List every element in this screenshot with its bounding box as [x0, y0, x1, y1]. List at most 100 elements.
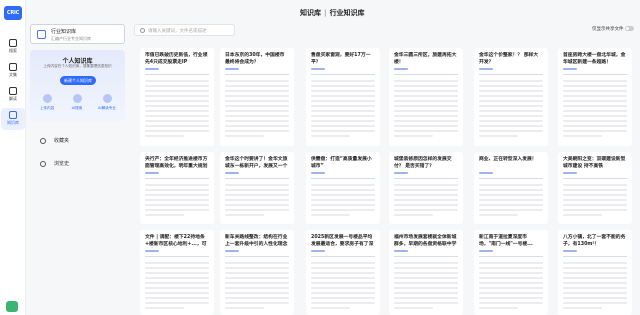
card-text-line [394, 199, 458, 201]
card-text-line [311, 80, 375, 82]
card-text-line [563, 209, 627, 211]
card-text-line [225, 267, 289, 269]
knowledge-card[interactable]: 2025新区发展一号楼品平均发展最适合，要求房子有了深度 [306, 230, 380, 315]
card-title: 首座房跨大楼一盘北华城，金华城区新建一条超路！ [563, 53, 626, 65]
card-text-line [225, 209, 289, 211]
card-text-line [563, 135, 602, 137]
card-text-line [225, 90, 289, 92]
nav-search[interactable]: 搜索 [1, 36, 25, 58]
card-text-line [394, 115, 458, 117]
knowledge-card[interactable]: 大美朝阳之变：双碳建设新型城市建设 持不高铁 [558, 152, 632, 224]
card-title: 文件 | 调配：楼下22持地条+楼新市区核心地利+...，可你的2025！ [145, 235, 207, 247]
card-text-line [394, 277, 458, 279]
nav-docs[interactable]: 文集 [1, 60, 25, 82]
card-text-line [394, 204, 458, 206]
knowledge-card[interactable]: 金华这个价整家！？ 那样大开发？ [474, 48, 548, 146]
knowledge-card[interactable]: 新江南于道拉夏深度市场，"南门一线"一号楼... [474, 230, 548, 315]
nav-library[interactable]: 知识库 [1, 108, 25, 130]
search-input[interactable]: 请输入关键词，文件名或描述 [134, 24, 235, 36]
card-text-line [394, 272, 458, 274]
sidebar-item-history[interactable]: 浏览史 [30, 157, 125, 171]
knowledge-card[interactable]: 日本东京的30年，中国楼市最终将会成为？ [220, 48, 294, 146]
card-text-line [145, 189, 209, 191]
feature-upload-label: 上传内容 [39, 106, 55, 110]
card-text-line [311, 282, 375, 284]
card-text-line [563, 307, 602, 309]
card-title: 金华这个时要讲了！金华文旅城东一栋新开户，发展又一个大型商区 [225, 157, 288, 169]
card-text-line [563, 130, 627, 132]
knowledge-card[interactable]: 首座房跨大楼一盘北华城，金华城区新建一条超路！ [558, 48, 632, 146]
card-tag-bar [479, 68, 493, 70]
personal-subtitle: 上传内容在个人知识库，搜集整理信息知识 [43, 64, 112, 68]
nav-analysis[interactable]: 解读 [1, 84, 25, 106]
card-tag-bar [311, 250, 325, 252]
card-text-line [225, 80, 289, 82]
card-tag-bar [225, 250, 239, 252]
knowledge-card[interactable]: 售盘买家窗观，要好17万一平？ [306, 48, 380, 146]
card-divider [479, 74, 543, 75]
knowledge-card[interactable]: 商业、正在转型深入发展！ [474, 152, 548, 224]
card-title: 日本东京的30年，中国楼市最终将会成为？ [225, 53, 285, 65]
nav-docs-label: 文集 [9, 72, 17, 77]
card-text-line [563, 302, 627, 304]
card-title: 供需盘：打造“高质量发展小城市” [311, 157, 372, 169]
card-text-line [311, 287, 375, 289]
card-text-line [311, 209, 375, 211]
card-text-line [394, 302, 458, 304]
card-text-line [479, 307, 518, 309]
card-text-line [479, 297, 543, 299]
knowledge-card[interactable]: 城堡装修原因怎样的发展交付？ 是否买错了？ [389, 152, 463, 224]
card-text-line [225, 277, 289, 279]
card-text-line [479, 105, 543, 107]
knowledge-card[interactable]: 金华这个时要讲了！金华文旅城东一栋新开户，发展又一个大型商区 [220, 152, 294, 224]
shared-filter-toggle[interactable] [625, 26, 634, 31]
card-text-line [225, 302, 289, 304]
card-text-line [225, 120, 289, 122]
card-text-line [311, 199, 375, 201]
card-text-line [311, 189, 375, 191]
knowledge-card[interactable]: 新车关路线整改：结构在行业上一套升级中引的人性化理念 [220, 230, 294, 315]
card-text-line [394, 110, 458, 112]
card-text-line [394, 194, 458, 196]
card-text-line [479, 189, 543, 191]
feature-ai-search[interactable]: AI搜索 [62, 94, 92, 111]
card-text-line [145, 287, 209, 289]
card-text-line [479, 90, 543, 92]
knowledge-card[interactable]: 福州市场发展套楼就全体新城群多，早期的各盘资格联中学区性利信息区 [389, 230, 463, 315]
card-text-line [311, 110, 375, 112]
card-text-line [563, 105, 627, 107]
card-text-line [563, 199, 627, 201]
card-text-line [563, 262, 627, 264]
card-text-line [311, 267, 375, 269]
sidebar-item-favorites[interactable]: 收藏夹 [30, 134, 125, 148]
card-text-line [145, 204, 209, 206]
library-icon [37, 30, 46, 39]
knowledge-card[interactable]: 央行产：全年经济推进楼市方面管理高效化，明年重大规划 [140, 152, 214, 224]
create-personal-library-button[interactable]: 新建个人知识库 [60, 76, 96, 85]
industry-library-card[interactable]: 行业知识库 汇编产行业专业知识库 [30, 24, 125, 44]
knowledge-card[interactable]: 供需盘：打造“高质量发展小城市” [306, 152, 380, 224]
feature-upload[interactable]: 上传内容 [32, 94, 62, 111]
card-text-line [145, 282, 209, 284]
knowledge-card[interactable]: 八方小镇，北了一套不能的务子，有130m²！ [558, 230, 632, 315]
lib-subtitle: 汇编产行业专业知识库 [51, 36, 91, 41]
card-text-line [145, 277, 209, 279]
knowledge-card[interactable]: 文件 | 调配：楼下22持地条+楼新市区核心地利+...，可你的2025！ [140, 230, 214, 315]
card-title: 售盘买家窗观，要好17万一平？ [311, 53, 371, 65]
nav-analysis-label: 解读 [9, 96, 17, 101]
knowledge-card[interactable]: 金华三圆三所区，旅建再拓大楼！ [389, 48, 463, 146]
app-logo[interactable]: CRIC [4, 6, 22, 20]
docs-icon [9, 63, 17, 71]
card-text-line [479, 100, 543, 102]
card-tag-bar [563, 68, 577, 70]
card-text-line [311, 214, 350, 216]
card-title: 八方小镇，北了一套不能的务子，有130m²！ [563, 235, 626, 247]
card-text-line [145, 120, 209, 122]
card-text-line [311, 90, 375, 92]
card-divider [311, 178, 375, 179]
card-text-line [225, 292, 289, 294]
card-text-line [311, 115, 375, 117]
knowledge-card[interactable]: 市值已跌破历史新低，行业领先4只成交股票走IP [140, 48, 214, 146]
user-avatar[interactable] [6, 301, 18, 312]
feature-ai-read[interactable]: AI解读专业 [92, 94, 122, 111]
